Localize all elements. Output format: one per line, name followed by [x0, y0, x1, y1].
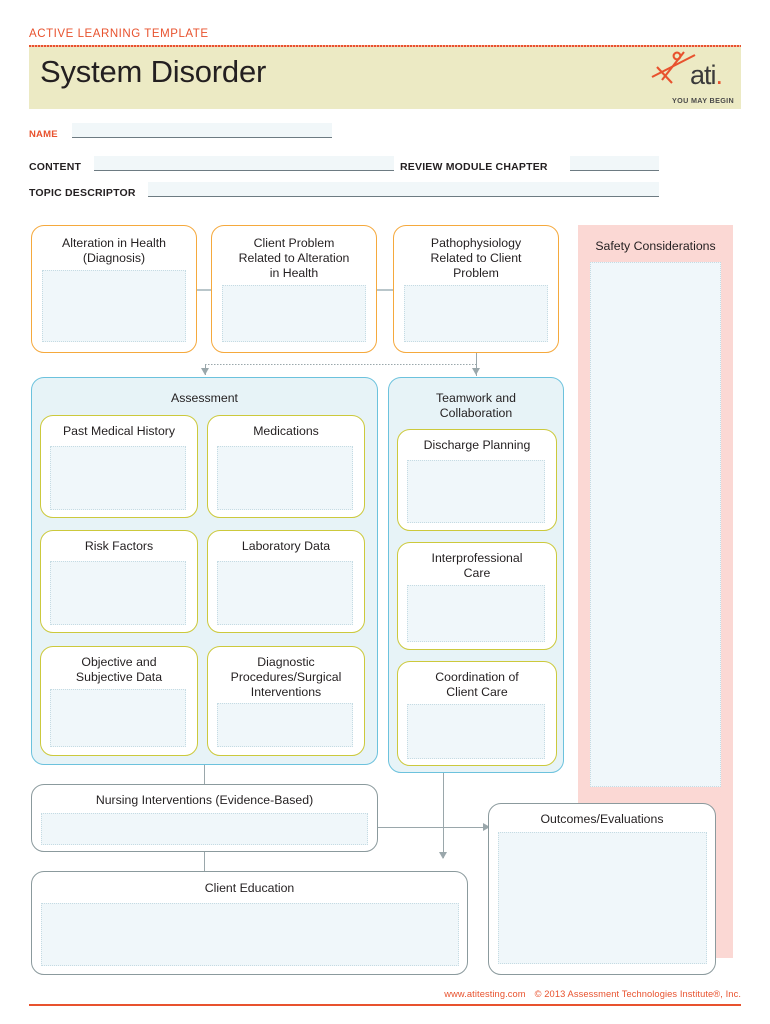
medications-input[interactable]: [217, 446, 353, 510]
topic-descriptor-input[interactable]: [148, 182, 659, 197]
objective-subjective-data-box: Objective and Subjective Data: [40, 646, 198, 756]
interprofessional-care-box: Interprofessional Care: [397, 542, 557, 650]
past-medical-history-title: Past Medical History: [62, 424, 176, 438]
client-problem-title: Client Problem Related to Alteration in …: [238, 236, 350, 280]
laboratory-data-box: Laboratory Data: [207, 530, 365, 633]
coordination-of-client-care-box: Coordination of Client Care: [397, 661, 557, 766]
diagnostic-procedures-box: Diagnostic Procedures/Surgical Intervent…: [207, 646, 365, 756]
diagnostic-procedures-input[interactable]: [217, 703, 353, 747]
discharge-planning-input[interactable]: [407, 460, 545, 523]
past-medical-history-box: Past Medical History: [40, 415, 198, 518]
page-title: System Disorder: [40, 54, 267, 89]
template-page: ACTIVE LEARNING TEMPLATE System Disorder…: [0, 0, 770, 1024]
connector-teamwork-to-outcomes: [443, 773, 444, 858]
coordination-of-client-care-input[interactable]: [407, 704, 545, 759]
alteration-in-health-box: Alteration in Health (Diagnosis): [31, 225, 197, 353]
past-medical-history-input[interactable]: [50, 446, 186, 510]
footer-website[interactable]: www.atitesting.com: [444, 989, 525, 999]
footer: www.atitesting.com © 2013 Assessment Tech…: [444, 989, 741, 999]
coordination-of-client-care-title: Coordination of Client Care: [435, 670, 519, 699]
objective-subjective-data-title: Objective and Subjective Data: [75, 655, 163, 684]
topic-descriptor-label: TOPIC DESCRIPTOR: [29, 187, 136, 199]
assessment-group: Assessment Past Medical History Medicati…: [31, 377, 378, 765]
connector-horizontal-bus: [205, 364, 477, 365]
alteration-in-health-input[interactable]: [42, 270, 186, 342]
connector-nursing-to-outcomes: [378, 827, 486, 828]
interprofessional-care-title: Interprofessional Care: [431, 551, 523, 580]
name-label: NAME: [29, 129, 58, 140]
safety-considerations-title: Safety Considerations: [595, 239, 716, 253]
client-problem-input[interactable]: [222, 285, 366, 342]
title-band: System Disorder: [29, 47, 741, 109]
diagnostic-procedures-title: Diagnostic Procedures/Surgical Intervent…: [230, 655, 342, 699]
ati-logo: ati. YOU MAY BEGIN: [648, 50, 744, 112]
ati-logo-tagline: YOU MAY BEGIN: [672, 96, 735, 105]
review-module-chapter-label: REVIEW MODULE CHAPTER: [400, 161, 548, 173]
medications-box: Medications: [207, 415, 365, 518]
outcomes-evaluations-title: Outcomes/Evaluations: [540, 812, 664, 826]
risk-factors-title: Risk Factors: [84, 539, 154, 553]
ati-logo-wordmark: ati.: [690, 60, 723, 90]
nursing-interventions-box: Nursing Interventions (Evidence-Based): [31, 784, 378, 852]
objective-subjective-data-input[interactable]: [50, 689, 186, 747]
footer-divider-rule: [29, 1004, 741, 1006]
footer-copyright: © 2013 Assessment Technologies Institute…: [534, 989, 741, 999]
review-module-chapter-input[interactable]: [570, 156, 659, 171]
teamwork-collaboration-title: Teamwork and Collaboration: [436, 391, 516, 420]
laboratory-data-title: Laboratory Data: [241, 539, 331, 553]
template-kicker: ACTIVE LEARNING TEMPLATE: [29, 28, 209, 40]
outcomes-evaluations-box: Outcomes/Evaluations: [488, 803, 716, 975]
assessment-title: Assessment: [171, 391, 238, 405]
client-education-box: Client Education: [31, 871, 468, 975]
pathophysiology-box: Pathophysiology Related to Client Proble…: [393, 225, 559, 353]
pathophysiology-input[interactable]: [404, 285, 548, 342]
discharge-planning-title: Discharge Planning: [423, 438, 531, 452]
nursing-interventions-title: Nursing Interventions (Evidence-Based): [95, 793, 314, 807]
pathophysiology-title: Pathophysiology Related to Client Proble…: [430, 236, 522, 280]
risk-factors-input[interactable]: [50, 561, 186, 625]
name-input[interactable]: [72, 123, 332, 138]
client-education-title: Client Education: [204, 881, 295, 895]
outcomes-evaluations-input[interactable]: [498, 832, 707, 964]
alteration-in-health-title: Alteration in Health (Diagnosis): [62, 236, 166, 265]
discharge-planning-box: Discharge Planning: [397, 429, 557, 531]
interprofessional-care-input[interactable]: [407, 585, 545, 642]
medications-title: Medications: [253, 424, 319, 438]
content-input[interactable]: [94, 156, 394, 171]
arrow-to-teamwork-icon: [471, 368, 480, 375]
content-label: CONTENT: [29, 161, 82, 173]
nursing-interventions-input[interactable]: [41, 813, 368, 845]
connector-top-1-2: [197, 289, 211, 291]
client-problem-box: Client Problem Related to Alteration in …: [211, 225, 377, 353]
teamwork-collaboration-group: Teamwork and Collaboration Discharge Pla…: [388, 377, 564, 773]
client-education-input[interactable]: [41, 903, 459, 966]
risk-factors-box: Risk Factors: [40, 530, 198, 633]
arrow-to-outcomes-down-icon: [438, 852, 447, 859]
connector-top-2-3: [377, 289, 393, 291]
connector-nursing-to-education: [204, 852, 205, 871]
safety-considerations-input[interactable]: [590, 262, 721, 787]
arrow-to-assessment-icon: [200, 368, 209, 375]
laboratory-data-input[interactable]: [217, 561, 353, 625]
connector-assessment-to-nursing: [204, 765, 205, 786]
